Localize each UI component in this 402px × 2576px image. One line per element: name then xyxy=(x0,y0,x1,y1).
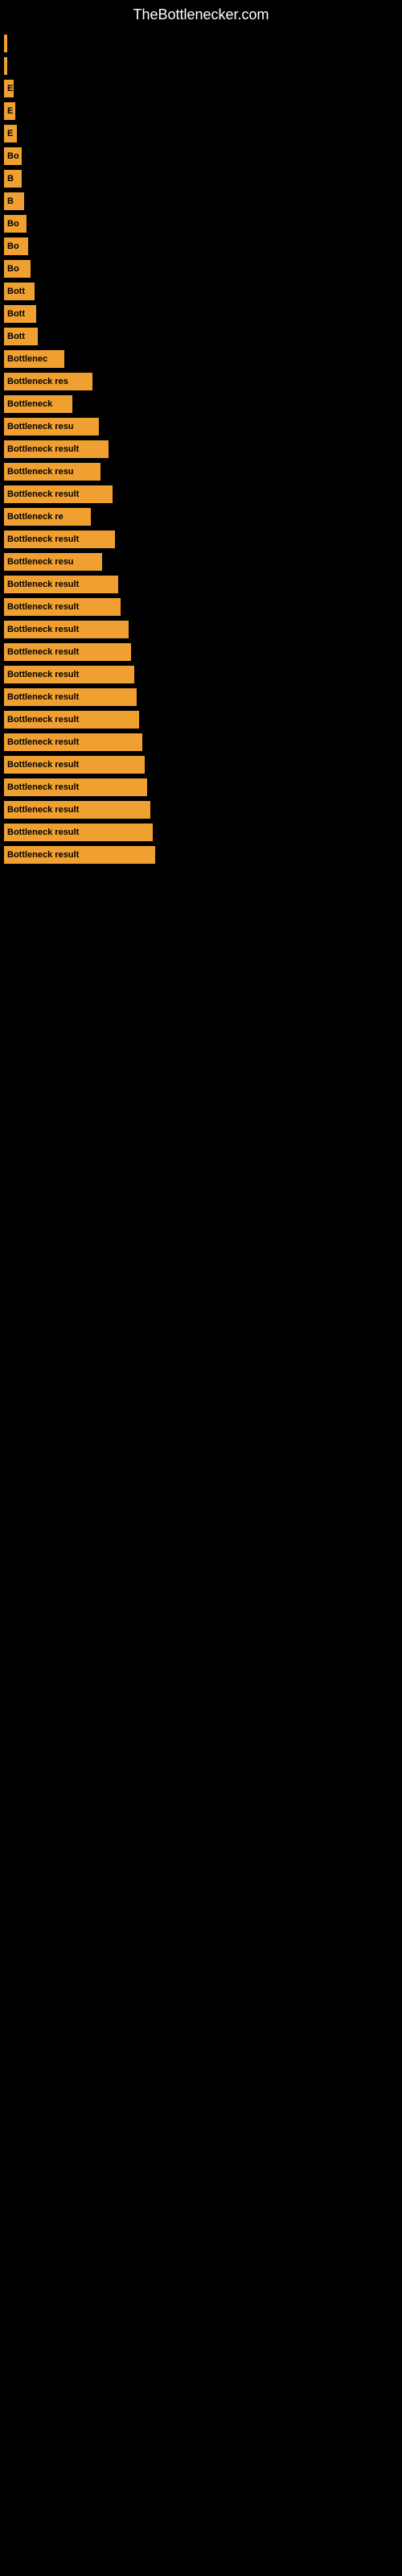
bottleneck-bar: Bott xyxy=(4,305,36,323)
bar-row: Bott xyxy=(4,328,402,345)
bottleneck-bar: Bottleneck result xyxy=(4,733,142,751)
bar-row: Bottleneck result xyxy=(4,666,402,683)
bar-row: B xyxy=(4,192,402,210)
bottleneck-bar xyxy=(4,57,7,75)
bottleneck-bar: Bottleneck result xyxy=(4,688,137,706)
bottleneck-bar: Bottleneck result xyxy=(4,756,145,774)
bar-row: Bottlenec xyxy=(4,350,402,368)
bottleneck-bar: Bott xyxy=(4,283,35,300)
bottleneck-bar: E xyxy=(4,80,14,97)
bar-row: Bottleneck result xyxy=(4,485,402,503)
bar-row: Bottleneck result xyxy=(4,530,402,548)
bottleneck-bar: E xyxy=(4,125,17,142)
bar-row xyxy=(4,35,402,52)
bar-row: Bottleneck result xyxy=(4,598,402,616)
bar-row: Bo xyxy=(4,147,402,165)
bottleneck-bar: Bo xyxy=(4,147,22,165)
bar-row: Bottleneck result xyxy=(4,824,402,841)
bar-row: Bo xyxy=(4,260,402,278)
bar-row: Bo xyxy=(4,237,402,255)
bar-row: Bottleneck result xyxy=(4,846,402,864)
bottleneck-bar: Bott xyxy=(4,328,38,345)
bar-row: Bott xyxy=(4,305,402,323)
bar-row: B xyxy=(4,170,402,188)
bar-row: Bottleneck result xyxy=(4,778,402,796)
bottleneck-bar: Bottleneck xyxy=(4,395,72,413)
bar-row: Bottleneck result xyxy=(4,576,402,593)
bar-row: Bottleneck result xyxy=(4,801,402,819)
bar-row: Bottleneck result xyxy=(4,643,402,661)
bar-row: Bottleneck resu xyxy=(4,463,402,481)
bottleneck-bar: Bottleneck result xyxy=(4,778,147,796)
bottleneck-bar: Bottleneck resu xyxy=(4,463,100,481)
bottleneck-bar: Bottleneck re xyxy=(4,508,91,526)
bar-row: E xyxy=(4,125,402,142)
bar-row: Bottleneck xyxy=(4,395,402,413)
bar-row: Bottleneck re xyxy=(4,508,402,526)
bottleneck-bar: Bottleneck result xyxy=(4,643,131,661)
bottleneck-bar: Bo xyxy=(4,237,28,255)
site-title: TheBottlenecker.com xyxy=(0,0,402,27)
bar-row: Bottleneck result xyxy=(4,440,402,458)
bar-row: Bottleneck result xyxy=(4,711,402,729)
bars-container: EEEBoBBBoBoBoBottBottBottBottlenecBottle… xyxy=(0,27,402,864)
bar-row: Bottleneck result xyxy=(4,733,402,751)
bottleneck-bar: Bottleneck result xyxy=(4,801,150,819)
bottleneck-bar: B xyxy=(4,192,24,210)
bottleneck-bar xyxy=(4,35,7,52)
bottleneck-bar: Bottleneck resu xyxy=(4,553,102,571)
bar-row: Bo xyxy=(4,215,402,233)
bar-row: E xyxy=(4,80,402,97)
bottleneck-bar: Bottleneck result xyxy=(4,576,118,593)
bottleneck-bar: Bottleneck result xyxy=(4,530,115,548)
bar-row: Bott xyxy=(4,283,402,300)
bottleneck-bar: B xyxy=(4,170,22,188)
bar-row: E xyxy=(4,102,402,120)
bottleneck-bar: Bottleneck result xyxy=(4,440,109,458)
bottleneck-bar: Bottleneck res xyxy=(4,373,92,390)
bar-row: Bottleneck resu xyxy=(4,418,402,436)
bottleneck-bar: Bottleneck result xyxy=(4,621,129,638)
bottleneck-bar: E xyxy=(4,102,15,120)
bar-row: Bottleneck result xyxy=(4,621,402,638)
bottleneck-bar: Bottleneck result xyxy=(4,824,153,841)
bottleneck-bar: Bottlenec xyxy=(4,350,64,368)
bar-row: Bottleneck result xyxy=(4,756,402,774)
bar-row: Bottleneck resu xyxy=(4,553,402,571)
bottleneck-bar: Bottleneck resu xyxy=(4,418,99,436)
bar-row: Bottleneck result xyxy=(4,688,402,706)
bottleneck-bar: Bottleneck result xyxy=(4,598,121,616)
bar-row xyxy=(4,57,402,75)
bottleneck-bar: Bottleneck result xyxy=(4,711,139,729)
bottleneck-bar: Bo xyxy=(4,215,27,233)
bar-row: Bottleneck res xyxy=(4,373,402,390)
bottleneck-bar: Bottleneck result xyxy=(4,666,134,683)
bottleneck-bar: Bottleneck result xyxy=(4,846,155,864)
bottleneck-bar: Bo xyxy=(4,260,31,278)
bottleneck-bar: Bottleneck result xyxy=(4,485,113,503)
